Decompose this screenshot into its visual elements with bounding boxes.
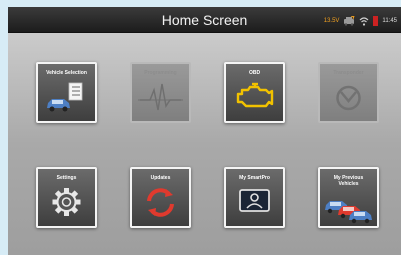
- refresh-icon: [147, 188, 174, 217]
- gear-icon: [52, 188, 81, 216]
- vehicle-link-icon: [344, 16, 355, 26]
- voltage-readout: 13.5V: [323, 18, 340, 24]
- waveform-icon: [138, 83, 183, 111]
- transponder-tile[interactable]: Transponder: [318, 62, 379, 123]
- vehicles-icon: [325, 201, 372, 224]
- obd-tile[interactable]: OBD: [224, 62, 285, 123]
- settings-tile[interactable]: Settings: [36, 167, 97, 228]
- wifi-icon: [359, 16, 369, 26]
- device-screen: Home Screen 13.5V 11:45 Vehicle Selectio…: [8, 7, 401, 255]
- title-bar: Home Screen 13.5V 11:45: [8, 7, 401, 33]
- vehicle-selection-tile[interactable]: Vehicle Selection: [36, 62, 97, 123]
- engine-icon: [236, 82, 274, 108]
- transponder-icon: [336, 85, 361, 111]
- vehicle-checklist-icon: [47, 82, 83, 112]
- my-previous-vehicles-tile[interactable]: My Previous Vehicles: [318, 167, 379, 228]
- status-bar: 13.5V 11:45: [324, 15, 397, 27]
- clock: 11:45: [382, 18, 397, 24]
- updates-tile[interactable]: Updates: [130, 167, 191, 228]
- my-smartpro-tile[interactable]: My SmartPro: [224, 167, 285, 228]
- programming-tile[interactable]: Programming: [130, 62, 191, 123]
- battery-icon: [373, 16, 379, 26]
- user-profile-icon: [239, 189, 270, 212]
